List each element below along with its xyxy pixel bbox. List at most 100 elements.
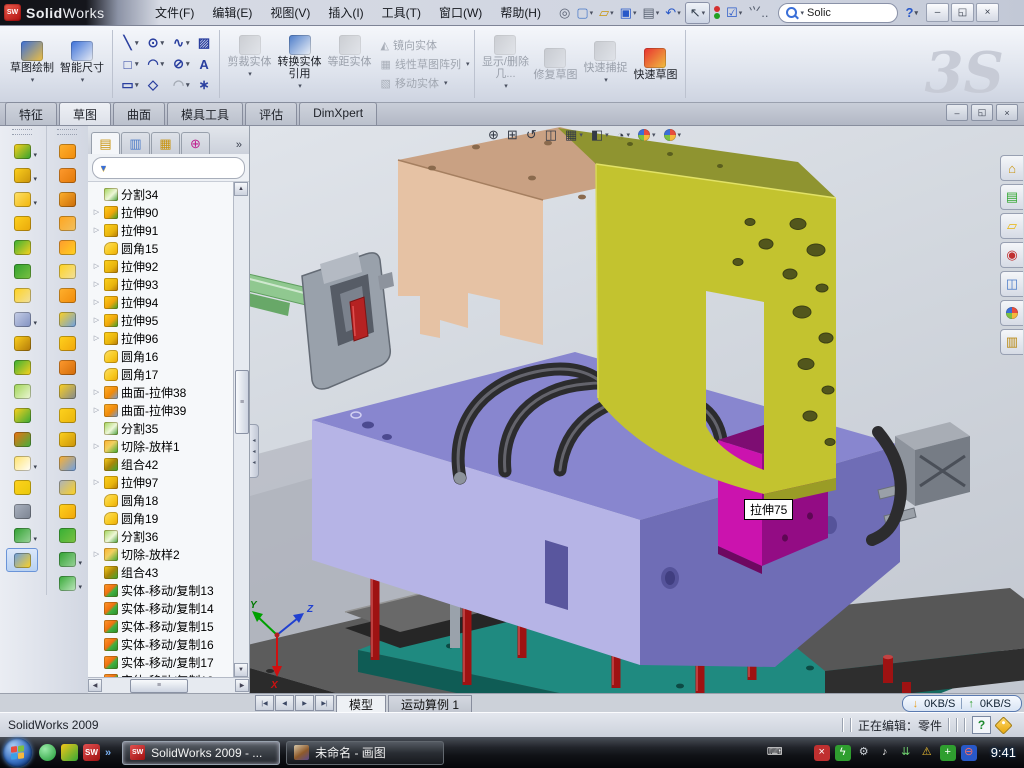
feature-tool-icon[interactable] <box>7 476 37 498</box>
toolbox-icon[interactable]: ◉ <box>1000 242 1023 268</box>
tree-item[interactable]: ▷切除-放样2 <box>90 545 233 563</box>
security-shield-icon[interactable]: ϟ <box>835 745 851 761</box>
quick-launch-more-icon[interactable]: » <box>105 745 111 762</box>
scroll-up-icon[interactable]: ▲ <box>234 182 248 196</box>
feature-tool-icon[interactable]: ▾ <box>7 164 37 186</box>
settings-gear-icon[interactable]: ⚙ <box>856 745 872 761</box>
appearances-scenes-icon[interactable] <box>1000 300 1023 326</box>
feature-tool-icon[interactable] <box>7 380 37 402</box>
feature-tool-icon[interactable] <box>52 236 82 258</box>
tree-item[interactable]: 圆角18 <box>90 491 233 509</box>
feature-tool-icon[interactable] <box>7 428 37 450</box>
tree-item[interactable]: 圆角15 <box>90 239 233 257</box>
antivirus-icon[interactable]: × <box>814 745 830 761</box>
app-launcher-icon[interactable] <box>61 744 78 761</box>
point-tool[interactable]: ∗ <box>195 77 214 93</box>
open-file-icon[interactable]: ▱▾ <box>597 3 616 23</box>
feature-tool-icon[interactable] <box>52 140 82 162</box>
convert-entities-button[interactable]: 转换实体引用▾ <box>275 34 325 94</box>
download-manager-icon[interactable]: ⇊ <box>898 745 914 761</box>
hscroll-thumb[interactable]: ≡ <box>130 679 188 693</box>
circle-tool[interactable]: ⊙▾ <box>144 35 168 51</box>
toolbar-grip[interactable] <box>12 129 32 135</box>
volume-icon[interactable]: ♪ <box>877 745 893 761</box>
task-button[interactable]: SWSolidWorks 2009 - ... <box>122 741 280 765</box>
feature-tool-icon[interactable] <box>7 404 37 426</box>
keyboard-layout-icon[interactable]: ⌨ <box>767 745 783 761</box>
scroll-down-icon[interactable]: ▼ <box>234 663 248 677</box>
feature-manager-tab[interactable]: ▤ <box>91 132 120 154</box>
select-icon[interactable]: ↖▾ <box>685 2 710 24</box>
display-delete-relations-button[interactable]: 显示/删除几...▾ <box>480 34 530 94</box>
doc-restore-button[interactable]: ◱ <box>971 104 993 121</box>
search-value[interactable]: Solic <box>807 7 831 19</box>
view-palette-icon[interactable]: ◫ <box>1000 271 1023 297</box>
feature-tool-icon[interactable] <box>52 404 82 426</box>
line-tool[interactable]: ╲▾ <box>118 35 142 51</box>
expand-arrow-icon[interactable]: ▷ <box>92 208 101 216</box>
feature-tool-icon[interactable] <box>7 356 37 378</box>
feature-tool-icon[interactable] <box>52 428 82 450</box>
hide-show-items-icon[interactable]: ◔▾ <box>617 128 630 143</box>
tree-item[interactable]: 圆角17 <box>90 365 233 383</box>
defender-icon[interactable]: + <box>940 745 956 761</box>
feature-tool-icon[interactable] <box>52 332 82 354</box>
start-button[interactable] <box>3 738 32 767</box>
expand-arrow-icon[interactable]: ▷ <box>92 550 101 558</box>
restore-button[interactable]: ◱ <box>951 3 974 22</box>
tree-item[interactable]: 组合43 <box>90 563 233 581</box>
arc-tool[interactable]: ◠▾ <box>144 56 168 72</box>
task-button[interactable]: 未命名 - 画图 <box>286 741 444 765</box>
feature-tool-icon[interactable]: ▾ <box>7 524 37 546</box>
graphics-viewport[interactable]: Y Z X ⊕⊞↺◫▦▾◧▾◔▾▾▾ ⌂▤▱◉◫▥ 拉伸75 <box>250 126 1024 693</box>
dimxpert-manager-tab[interactable]: ⊕ <box>181 132 210 154</box>
doc-close-button[interactable]: × <box>996 104 1018 121</box>
zoom-area-icon[interactable]: ⊞ <box>507 127 518 143</box>
tab-模具工具[interactable]: 模具工具 <box>167 102 243 125</box>
rectangle-tool[interactable]: □▾ <box>118 57 142 72</box>
home-icon[interactable]: ⌂ <box>1000 155 1023 181</box>
feature-tool-icon[interactable]: ▾ <box>52 572 82 594</box>
menu-item[interactable]: 编辑(E) <box>203 0 261 25</box>
previous-view-icon[interactable]: ↺ <box>526 127 537 143</box>
file-explorer-icon[interactable]: ▱ <box>1000 213 1023 239</box>
feature-tool-icon[interactable] <box>52 500 82 522</box>
feature-tool-icon[interactable] <box>52 284 82 306</box>
scroll-left-icon[interactable]: ◀ <box>88 679 102 692</box>
network-warning-icon[interactable]: ⚠ <box>919 745 935 761</box>
smart-dimension-button[interactable]: 智能尺寸▾ <box>57 40 107 88</box>
feature-tool-icon[interactable]: ▾ <box>7 140 37 162</box>
feature-tool-icon[interactable]: ▾ <box>7 452 37 474</box>
tree-more-icon[interactable]: » <box>232 139 246 154</box>
tree-item[interactable]: ▷拉伸97 <box>90 473 233 491</box>
tree-item[interactable]: ▷拉伸96 <box>90 329 233 347</box>
panel-splitter-handle[interactable]: ◂◂◂ <box>250 424 259 478</box>
next-button[interactable]: ▶ <box>295 695 314 711</box>
feature-tool-icon[interactable]: ▾ <box>52 548 82 570</box>
feature-tool-icon[interactable] <box>7 284 37 306</box>
expand-arrow-icon[interactable]: ▷ <box>92 478 101 486</box>
scene-icon[interactable]: ▾ <box>664 129 682 141</box>
solidworks-launcher-icon[interactable]: SW <box>83 744 100 761</box>
expand-arrow-icon[interactable]: ▷ <box>92 262 101 270</box>
expand-arrow-icon[interactable]: ▷ <box>92 298 101 306</box>
tree-item[interactable]: ▷拉伸93 <box>90 275 233 293</box>
tree-item[interactable]: 实体-移动/复制14 <box>90 599 233 617</box>
sketch-draw-button[interactable]: 草图绘制▾ <box>7 40 57 88</box>
mirror-entities-button[interactable]: ◭镜向实体 <box>381 37 470 53</box>
tab-评估[interactable]: 评估 <box>245 102 297 125</box>
rapid-sketch-button[interactable]: 快速草图 <box>630 47 680 82</box>
feature-tool-icon[interactable] <box>52 164 82 186</box>
section-view-icon[interactable]: ◫ <box>545 127 557 143</box>
feature-tool-icon[interactable] <box>52 356 82 378</box>
tags-icon[interactable] <box>994 716 1012 734</box>
tree-filter-box[interactable]: ▼ <box>92 157 245 179</box>
feature-tool-icon[interactable] <box>7 332 37 354</box>
feature-tool-icon[interactable] <box>52 476 82 498</box>
help-button[interactable]: ?▾ <box>906 5 918 20</box>
save-icon[interactable]: ▣▾ <box>618 3 639 23</box>
expand-arrow-icon[interactable]: ▷ <box>92 406 101 414</box>
configuration-manager-tab[interactable]: ▦ <box>151 132 180 154</box>
spline-tool[interactable]: ∿▾ <box>169 35 193 51</box>
tree-item[interactable]: ▷切除-放样1 <box>90 437 233 455</box>
